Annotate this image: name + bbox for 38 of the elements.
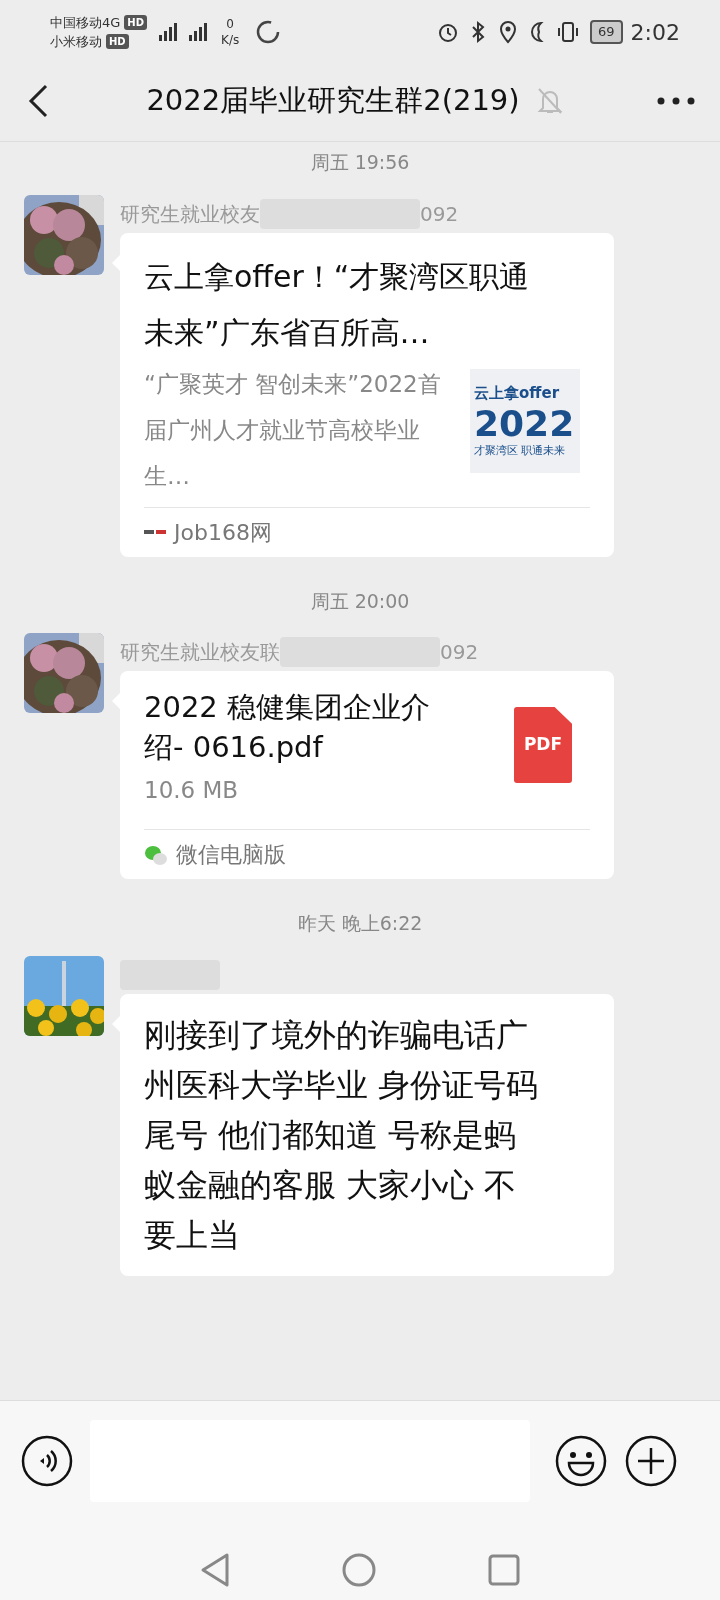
sender-name: 研究生就业校友联 (120, 639, 280, 666)
timestamp: 周五 20:00 (309, 588, 411, 614)
message-text: 刚接到了境外的诈骗电话广州医科大学毕业 身份证号码尾号 他们都知道 号称是蚂蚁金融的客服 大家小心 不要上当 (144, 1014, 540, 1256)
site-logo-icon (144, 528, 166, 536)
timestamp: 昨天 晚上6:22 (296, 911, 424, 936)
chat-title: 2022届毕业研究生群2(219) (146, 81, 520, 119)
thumbnail-caption: 云上拿offer (474, 383, 561, 404)
source-name: 微信电脑版 (176, 841, 286, 869)
hd-badge: HD (124, 14, 148, 30)
sender-name: 092 (420, 200, 459, 228)
sender-name: 研究生就业校友 (120, 200, 260, 228)
more-icon[interactable] (656, 95, 696, 106)
speed-value: 0 (226, 16, 234, 32)
voice-icon[interactable] (20, 1433, 74, 1488)
sender-name: 092 (440, 639, 479, 666)
file-name: 2022 稳健集团企业介绍- 0616.pdf (144, 689, 432, 766)
back-nav-icon[interactable] (199, 1552, 231, 1588)
hd-badge: HD (106, 34, 129, 50)
link-title: 云上拿offer！“才聚湾区职通未来”广东省百所高… (144, 257, 531, 352)
chat-bubbles-icon (144, 843, 168, 866)
plus-icon[interactable] (624, 1433, 678, 1488)
thumbnail-caption: 才聚湾区 职通未来 (474, 442, 567, 459)
source-name: Job168网 (174, 518, 272, 547)
file-size: 10.6 MB (144, 776, 240, 805)
vibrate-icon (556, 20, 581, 44)
emoji-icon[interactable] (554, 1433, 608, 1488)
recents-nav-icon[interactable] (487, 1553, 521, 1587)
link-summary: “广聚英才 智创未来”2022首届广州人才就业节高校毕业生… (144, 370, 441, 489)
file-type-label: PDF (523, 733, 563, 757)
speed-unit: K/s (221, 32, 240, 48)
carrier-label: 中国移动4G (50, 13, 121, 32)
battery-indicator: 69 (590, 20, 623, 44)
home-nav-icon[interactable] (341, 1552, 377, 1588)
timestamp: 周五 19:56 (309, 150, 411, 175)
carrier-label: 小米移动 (50, 33, 102, 51)
thumbnail-year: 2022 (474, 404, 576, 443)
loading-icon (255, 19, 282, 45)
clock-time: 2:02 (630, 18, 680, 47)
